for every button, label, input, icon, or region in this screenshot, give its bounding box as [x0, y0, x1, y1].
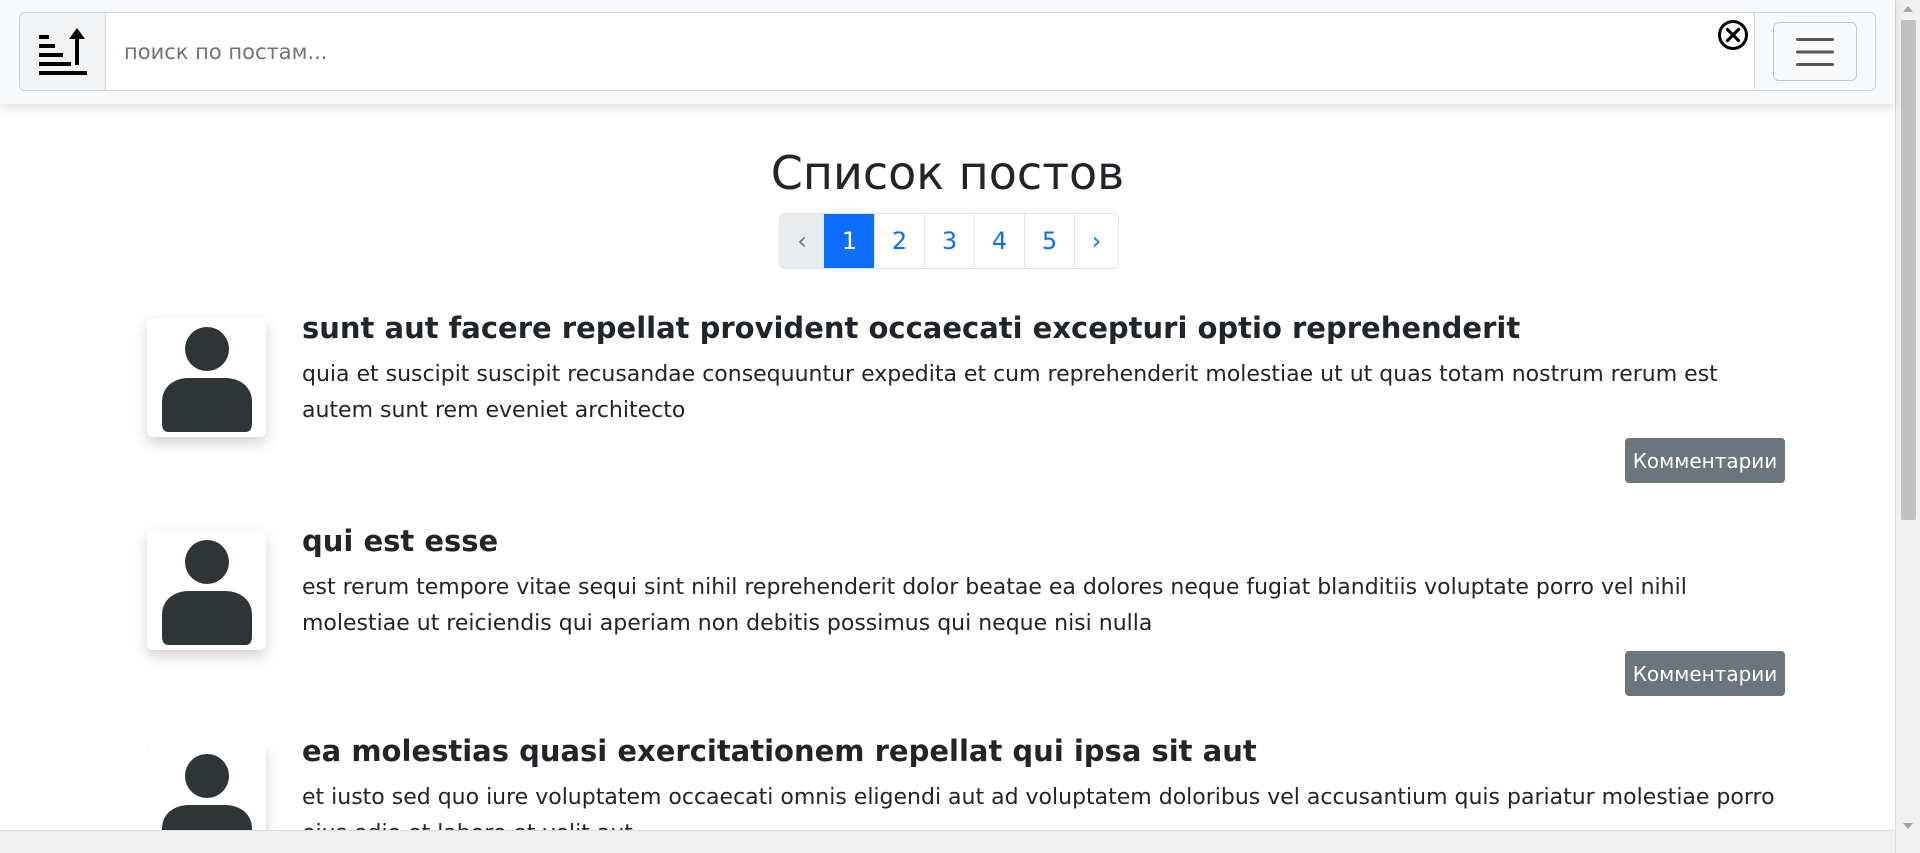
- post-body: est rerum tempore vitae sequi sint nihil…: [302, 575, 1687, 636]
- pagination-page-1[interactable]: 1: [824, 214, 874, 268]
- vertical-scrollbar[interactable]: [1895, 0, 1920, 853]
- pagination-page-5[interactable]: 5: [1024, 214, 1074, 268]
- sort-button[interactable]: [20, 13, 106, 90]
- pagination-next[interactable]: ›: [1074, 214, 1118, 268]
- pagination-page-4[interactable]: 4: [974, 214, 1024, 268]
- post-title: ea molestias quasi exercitationem repell…: [302, 734, 1257, 768]
- search-group: [19, 12, 1876, 91]
- top-navbar: [0, 0, 1895, 104]
- post-body: quia et suscipit suscipit recusandae con…: [302, 362, 1718, 423]
- scroll-down-arrow[interactable]: [1903, 823, 1913, 829]
- avatar: [147, 318, 266, 437]
- avatar: [147, 531, 266, 650]
- post-item: sunt aut facere repellat provident occae…: [147, 311, 1787, 518]
- avatar: [147, 745, 266, 830]
- menu-cell: [1754, 13, 1875, 90]
- sort-up-icon: [38, 27, 87, 75]
- hamburger-menu-icon: [1796, 37, 1834, 66]
- user-avatar-icon: [161, 539, 252, 645]
- post-item: qui est esse est rerum tempore vitae seq…: [147, 524, 1787, 731]
- comments-button[interactable]: Комментарии: [1625, 438, 1785, 483]
- menu-toggle-button[interactable]: [1773, 22, 1857, 81]
- close-circle-icon: [1718, 20, 1748, 50]
- clear-search-button[interactable]: [1717, 19, 1749, 51]
- pagination-page-3[interactable]: 3: [924, 214, 974, 268]
- post-title: qui est esse: [302, 524, 499, 558]
- user-avatar-icon: [161, 326, 252, 432]
- pagination: ‹ 1 2 3 4 5 ›: [779, 213, 1119, 269]
- post-title: sunt aut facere repellat provident occae…: [302, 311, 1521, 345]
- user-avatar-icon: [161, 753, 252, 830]
- page-title: Список постов: [770, 146, 1125, 200]
- horizontal-scrollbar[interactable]: [0, 830, 1895, 853]
- comments-button[interactable]: Комментарии: [1625, 651, 1785, 696]
- search-input[interactable]: [106, 13, 1754, 90]
- scroll-up-arrow[interactable]: [1903, 6, 1913, 12]
- scrollbar-thumb[interactable]: [1901, 20, 1916, 520]
- pagination-prev[interactable]: ‹: [780, 214, 824, 268]
- pagination-page-2[interactable]: 2: [874, 214, 924, 268]
- post-body: et iusto sed quo iure voluptatem occaeca…: [302, 785, 1775, 830]
